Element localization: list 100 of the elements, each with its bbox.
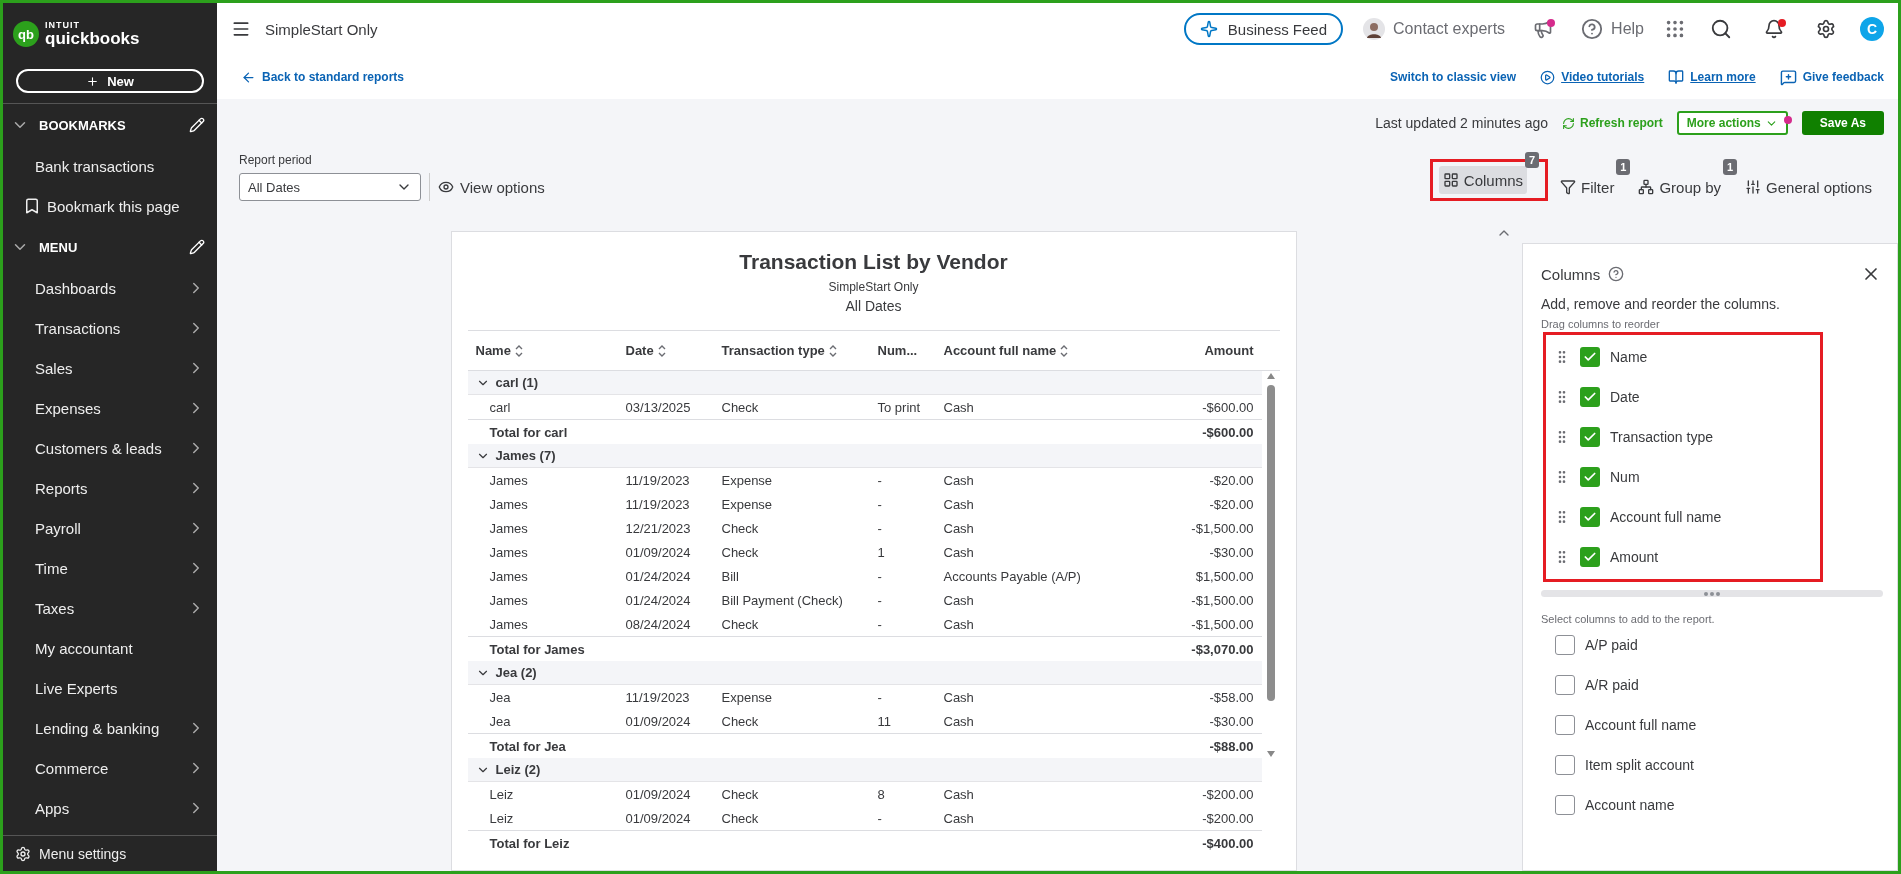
business-feed-button[interactable]: Business Feed — [1183, 13, 1344, 45]
company-name: SimpleStart Only — [265, 20, 379, 38]
help-link[interactable]: Help — [1581, 18, 1644, 40]
contact-experts-link[interactable]: Contact experts — [1363, 18, 1506, 40]
table-cell-text: 11 — [876, 712, 892, 731]
feedback-icon — [1779, 68, 1797, 86]
table-cell-text: 12/21/2023 — [624, 519, 692, 538]
eye-icon — [438, 179, 454, 195]
sidebar-item[interactable]: Bookmark this page — [3, 186, 217, 226]
column-option[interactable]: A/R paid — [1541, 665, 1897, 705]
sidebar-item[interactable]: Commerce — [3, 748, 217, 788]
table-cell-text: carl — [488, 398, 512, 417]
table-cell-text: 08/24/2024 — [624, 615, 692, 634]
table-cell-text: - — [876, 519, 883, 538]
sidebar-item[interactable]: Payroll — [3, 508, 217, 548]
table-cell-text: Cash — [942, 809, 975, 828]
total-amount: -$400.00 — [1201, 834, 1255, 853]
column-option[interactable]: Num — [1554, 457, 1812, 497]
toolbar-button[interactable]: Filter — [1556, 173, 1619, 201]
table-cell-text: 8 — [876, 785, 886, 804]
sidebar-item[interactable]: Reports — [3, 468, 217, 508]
sidebar-item[interactable]: Customers & leads — [3, 428, 217, 468]
table-cell-text: James — [488, 615, 529, 634]
total-label: Total for James — [488, 640, 586, 659]
column-option[interactable]: Date — [1554, 377, 1812, 417]
sidebar-item[interactable]: My accountant — [3, 628, 217, 668]
pencil-icon[interactable] — [189, 117, 205, 133]
count-badge: 1 — [1616, 159, 1631, 175]
settings-icon[interactable] — [1816, 19, 1836, 39]
sidebar-item[interactable]: Dashboards — [3, 268, 217, 308]
total-label: Total for Jea — [488, 737, 567, 756]
avatar-icon — [1363, 18, 1386, 40]
menu-icon[interactable] — [231, 19, 251, 39]
sidebar-item[interactable]: Time — [3, 548, 217, 588]
toolbar-button[interactable]: Columns — [1438, 166, 1528, 194]
table-cell-text: Check — [720, 712, 760, 731]
table-cell-text: Cash — [942, 688, 975, 707]
group-row[interactable]: Jea (2) — [467, 661, 1262, 685]
view-options-button[interactable]: View options — [429, 173, 551, 201]
book-icon — [1668, 69, 1685, 85]
toolbar-button[interactable]: General options — [1741, 173, 1876, 201]
bookmark-icon — [23, 197, 41, 215]
table-cell-text: Cash — [942, 398, 975, 417]
column-option[interactable]: Account name — [1541, 785, 1897, 825]
table-cell-text: 1 — [876, 543, 886, 562]
table-cell-text: To print — [876, 398, 922, 417]
back-link[interactable]: Back to standard reports — [241, 69, 405, 85]
drag-hint: Drag columns to reorder — [1541, 318, 1661, 330]
column-option[interactable]: Name — [1554, 337, 1812, 377]
sidebar-item[interactable]: Sales — [3, 348, 217, 388]
toolbar-button[interactable]: Group by — [1634, 173, 1726, 201]
report-period-select[interactable]: All Dates — [239, 173, 421, 201]
table-cell-text: Expense — [720, 688, 774, 707]
total-amount: -$3,070.00 — [1190, 640, 1255, 659]
table-cell-text: -$58.00 — [1208, 688, 1255, 707]
column-option[interactable]: Account full name — [1541, 705, 1897, 745]
search-icon[interactable] — [1710, 18, 1732, 40]
table-cell-text: -$1,500.00 — [1190, 519, 1255, 538]
help-link[interactable]: Video tutorials — [1540, 69, 1645, 85]
column-option[interactable]: Transaction type — [1554, 417, 1812, 457]
table-cell-text: Expense — [720, 495, 774, 514]
sidebar-item[interactable]: Expenses — [3, 388, 217, 428]
megaphone-icon[interactable] — [1533, 19, 1554, 39]
table-cell-text: - — [876, 615, 883, 634]
table-cell-text: 01/09/2024 — [624, 809, 692, 828]
help-link[interactable]: Switch to classic view — [1390, 70, 1517, 84]
column-option[interactable]: Amount — [1554, 537, 1812, 577]
sidebar-item[interactable]: Live Experts — [3, 668, 217, 708]
table-cell-text: Check — [720, 615, 760, 634]
table-cell-text: Bill — [720, 567, 740, 586]
help-icon[interactable] — [1608, 266, 1625, 282]
save-as-button[interactable]: Save As — [1801, 111, 1884, 135]
sidebar-item[interactable]: Lending & banking — [3, 708, 217, 748]
sparkle-icon — [1199, 20, 1218, 38]
help-link[interactable]: Give feedback — [1779, 68, 1884, 86]
group-row[interactable]: James (7) — [467, 444, 1262, 468]
help-link[interactable]: Learn more — [1668, 69, 1756, 85]
group-row[interactable]: carl (1) — [467, 371, 1262, 395]
sidebar-item[interactable]: Apps — [3, 788, 217, 828]
column-option[interactable]: A/P paid — [1541, 625, 1897, 665]
table-cell-text: Bill Payment (Check) — [720, 591, 844, 610]
new-button[interactable]: New — [16, 69, 204, 93]
table-cell-text: -$30.00 — [1208, 712, 1255, 731]
sidebar-item[interactable]: Bank transactions — [3, 146, 217, 186]
sidebar-item[interactable]: Transactions — [3, 308, 217, 348]
resize-handle[interactable] — [1541, 590, 1883, 597]
table-cell-text: 01/09/2024 — [624, 785, 692, 804]
group-row[interactable]: Leiz (2) — [467, 758, 1262, 782]
column-option[interactable]: Account full name — [1554, 497, 1812, 537]
refresh-icon — [1562, 116, 1576, 130]
column-option[interactable]: Item split account — [1541, 745, 1897, 785]
table-cell-text: Check — [720, 543, 760, 562]
bell-icon[interactable] — [1764, 19, 1784, 39]
sidebar-item[interactable]: Taxes — [3, 588, 217, 628]
apps-icon[interactable] — [1664, 18, 1686, 40]
table-cell-text: Cash — [942, 591, 975, 610]
table-cell-text: 01/24/2024 — [624, 591, 692, 610]
pencil-icon[interactable] — [189, 239, 205, 255]
table-cell-text: -$20.00 — [1208, 495, 1255, 514]
table-cell-text: 11/19/2023 — [624, 471, 691, 490]
